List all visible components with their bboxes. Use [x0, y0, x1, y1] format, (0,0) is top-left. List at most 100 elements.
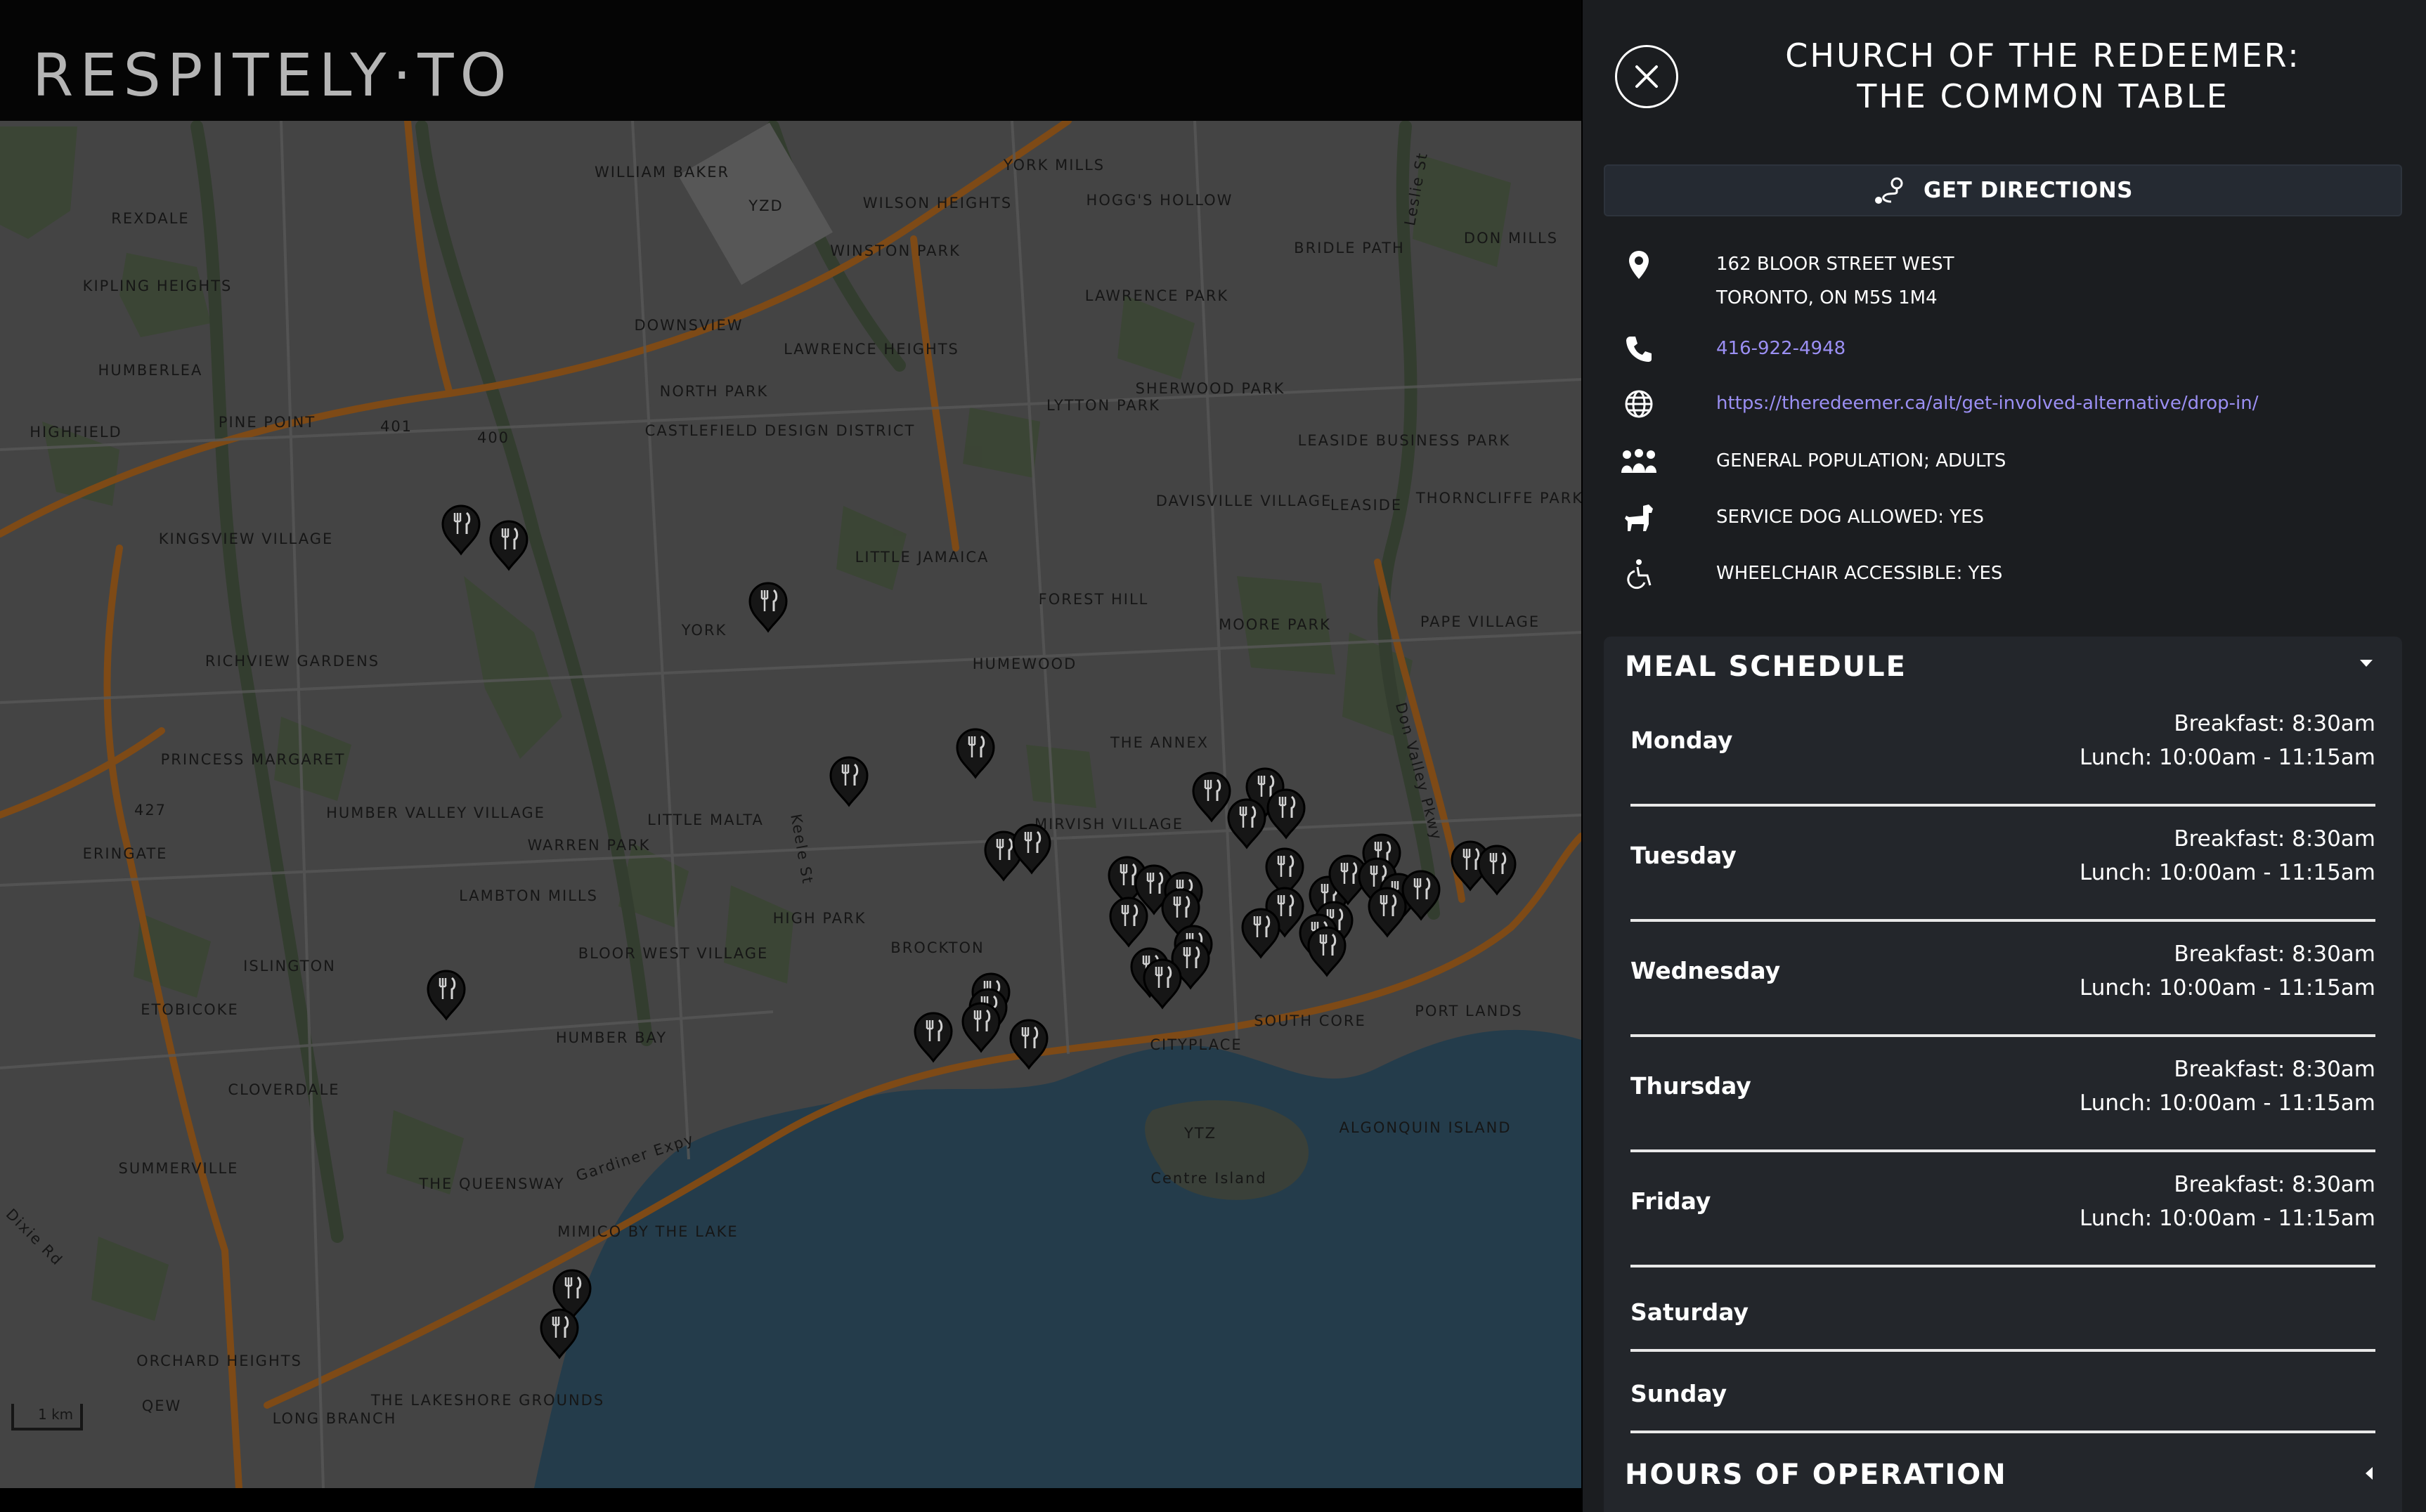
hours-of-operation-title[interactable]: HOURS OF OPERATION: [1625, 1459, 2007, 1491]
globe-icon: [1618, 386, 1660, 422]
svg-text:CASTLEFIELD DESIGN DISTRICT: CASTLEFIELD DESIGN DISTRICT: [645, 422, 916, 439]
directions-icon: [1875, 177, 1903, 204]
svg-text:LEASIDE: LEASIDE: [1330, 497, 1402, 514]
svg-text:PINE POINT: PINE POINT: [219, 414, 316, 431]
svg-text:DAVISVILLE VILLAGE: DAVISVILLE VILLAGE: [1156, 493, 1332, 509]
caret-down-icon: [2360, 660, 2373, 667]
svg-text:DON MILLS: DON MILLS: [1464, 230, 1558, 247]
get-directions-button[interactable]: GET DIRECTIONS: [1604, 164, 2402, 216]
meal-schedule-section: MEAL SCHEDULE Monday Breakfast: 8:30am L…: [1604, 637, 2402, 1512]
location-title: CHURCH OF THE REDEEMER: THE COMMON TABLE: [1723, 35, 2363, 117]
phone-row: 416-922-4948: [1618, 332, 1846, 367]
svg-text:HUMBER VALLEY VILLAGE: HUMBER VALLEY VILLAGE: [326, 804, 545, 821]
svg-text:THORNCLIFFE PARK: THORNCLIFFE PARK: [1415, 490, 1581, 507]
svg-text:YZD: YZD: [748, 197, 783, 214]
svg-text:LYTTON PARK: LYTTON PARK: [1046, 397, 1160, 414]
breakfast-time: Breakfast: 8:30am: [2174, 826, 2375, 852]
app-logo[interactable]: RESPITELY·TO: [32, 41, 513, 110]
svg-text:REXDALE: REXDALE: [111, 210, 189, 227]
svg-text:HUMBERLEA: HUMBERLEA: [98, 362, 203, 379]
get-directions-label: GET DIRECTIONS: [1924, 178, 2133, 203]
expand-toggle[interactable]: [2364, 1466, 2374, 1484]
svg-text:LONG BRANCH: LONG BRANCH: [273, 1410, 397, 1427]
wheelchair-row: WHEELCHAIR ACCESSIBLE: YES: [1618, 556, 2002, 592]
day-name: Tuesday: [1630, 842, 1737, 869]
population-text: GENERAL POPULATION; ADULTS: [1716, 450, 2006, 471]
collapse-toggle[interactable]: [2359, 658, 2374, 671]
svg-text:BLOOR WEST VILLAGE: BLOOR WEST VILLAGE: [578, 945, 769, 962]
svg-text:THE ANNEX: THE ANNEX: [1110, 734, 1209, 751]
wheelchair-text: WHEELCHAIR ACCESSIBLE: YES: [1716, 563, 2003, 584]
lunch-time: Lunch: 10:00am - 11:15am: [2080, 1090, 2375, 1116]
address-line2: TORONTO, ON M5S 1M4: [1716, 287, 1938, 308]
schedule-row-thursday: Thursday Breakfast: 8:30am Lunch: 10:00a…: [1630, 1052, 2375, 1152]
phone-link[interactable]: 416-922-4948: [1716, 338, 1846, 359]
svg-text:ETOBICOKE: ETOBICOKE: [141, 1001, 238, 1018]
website-link[interactable]: https://theredeemer.ca/alt/get-involved-…: [1716, 393, 2258, 414]
svg-text:WILLIAM BAKER: WILLIAM BAKER: [595, 164, 729, 181]
address-text: 162 BLOOR STREET WEST TORONTO, ON M5S 1M…: [1716, 247, 1954, 315]
svg-text:YORK: YORK: [681, 622, 727, 639]
svg-text:RICHVIEW GARDENS: RICHVIEW GARDENS: [205, 653, 380, 670]
day-name: Friday: [1630, 1187, 1711, 1215]
population-row: GENERAL POPULATION; ADULTS: [1618, 444, 2006, 479]
service-dog-row: SERVICE DOG ALLOWED: YES: [1618, 500, 1984, 535]
close-icon: [1635, 65, 1658, 88]
location-title-line1: CHURCH OF THE REDEEMER:: [1785, 37, 2301, 74]
breakfast-time: Breakfast: 8:30am: [2174, 1172, 2375, 1197]
svg-text:FOREST HILL: FOREST HILL: [1039, 591, 1149, 608]
svg-text:YORK MILLS: YORK MILLS: [1003, 157, 1105, 174]
svg-text:MIRVISH VILLAGE: MIRVISH VILLAGE: [1034, 816, 1183, 833]
location-title-line2: THE COMMON TABLE: [1857, 77, 2229, 115]
svg-text:WINSTON PARK: WINSTON PARK: [830, 242, 961, 259]
svg-text:YTZ: YTZ: [1183, 1125, 1217, 1142]
svg-text:NORTH PARK: NORTH PARK: [660, 383, 769, 400]
lunch-time: Lunch: 10:00am - 11:15am: [2080, 745, 2375, 770]
svg-text:Centre Island: Centre Island: [1150, 1170, 1266, 1187]
svg-text:401: 401: [380, 418, 413, 435]
svg-text:427: 427: [134, 802, 167, 819]
day-name: Wednesday: [1630, 957, 1781, 984]
svg-text:MOORE PARK: MOORE PARK: [1219, 616, 1331, 633]
address-row: 162 BLOOR STREET WEST TORONTO, ON M5S 1M…: [1618, 247, 1954, 315]
svg-text:KIPLING HEIGHTS: KIPLING HEIGHTS: [83, 278, 233, 294]
svg-text:CLOVERDALE: CLOVERDALE: [228, 1081, 339, 1098]
lunch-time: Lunch: 10:00am - 11:15am: [2080, 1206, 2375, 1231]
phone-icon: [1618, 332, 1660, 367]
day-name: Sunday: [1630, 1380, 1727, 1407]
schedule-row-tuesday: Tuesday Breakfast: 8:30am Lunch: 10:00am…: [1630, 822, 2375, 922]
svg-text:MIMICO BY THE LAKE: MIMICO BY THE LAKE: [557, 1223, 738, 1240]
people-icon: [1618, 444, 1660, 479]
lunch-time: Lunch: 10:00am - 11:15am: [2080, 975, 2375, 1001]
svg-text:LITTLE JAMAICA: LITTLE JAMAICA: [855, 549, 990, 566]
svg-text:THE LAKESHORE GROUNDS: THE LAKESHORE GROUNDS: [370, 1392, 604, 1409]
svg-text:BROCKTON: BROCKTON: [890, 939, 984, 956]
map-canvas[interactable]: REXDALE KIPLING HEIGHTS HUMBERLEA HIGHFI…: [0, 121, 1581, 1488]
svg-text:LITTLE MALTA: LITTLE MALTA: [647, 812, 764, 828]
svg-text:HIGHFIELD: HIGHFIELD: [30, 424, 122, 441]
svg-text:ERINGATE: ERINGATE: [83, 845, 168, 862]
schedule-row-monday: Monday Breakfast: 8:30am Lunch: 10:00am …: [1630, 707, 2375, 807]
svg-text:PAPE VILLAGE: PAPE VILLAGE: [1420, 613, 1540, 630]
svg-text:KINGSVIEW VILLAGE: KINGSVIEW VILLAGE: [159, 530, 334, 547]
svg-text:HUMEWOOD: HUMEWOOD: [973, 656, 1077, 672]
day-name: Thursday: [1630, 1072, 1751, 1100]
meal-schedule-title[interactable]: MEAL SCHEDULE: [1625, 651, 1907, 683]
svg-text:QEW: QEW: [142, 1397, 182, 1414]
service-dog-text: SERVICE DOG ALLOWED: YES: [1716, 507, 1985, 528]
schedule-row-saturday: Saturday: [1630, 1283, 2375, 1352]
svg-text:DOWNSVIEW: DOWNSVIEW: [634, 317, 743, 334]
app-header: RESPITELY·TO: [0, 0, 1581, 121]
caret-left-icon: [2366, 1467, 2373, 1480]
svg-text:LAWRENCE HEIGHTS: LAWRENCE HEIGHTS: [784, 341, 959, 358]
location-detail-panel: CHURCH OF THE REDEEMER: THE COMMON TABLE…: [1583, 0, 2426, 1512]
svg-text:SUMMERVILLE: SUMMERVILLE: [119, 1160, 239, 1177]
svg-text:PORT LANDS: PORT LANDS: [1415, 1003, 1523, 1019]
map-view[interactable]: REXDALE KIPLING HEIGHTS HUMBERLEA HIGHFI…: [0, 121, 1581, 1488]
breakfast-time: Breakfast: 8:30am: [2174, 1057, 2375, 1082]
footer-strip: [0, 1488, 1581, 1512]
svg-text:1 km: 1 km: [38, 1406, 73, 1423]
svg-text:SOUTH CORE: SOUTH CORE: [1254, 1012, 1366, 1029]
svg-text:HIGH PARK: HIGH PARK: [773, 910, 867, 927]
close-button[interactable]: [1615, 45, 1678, 108]
